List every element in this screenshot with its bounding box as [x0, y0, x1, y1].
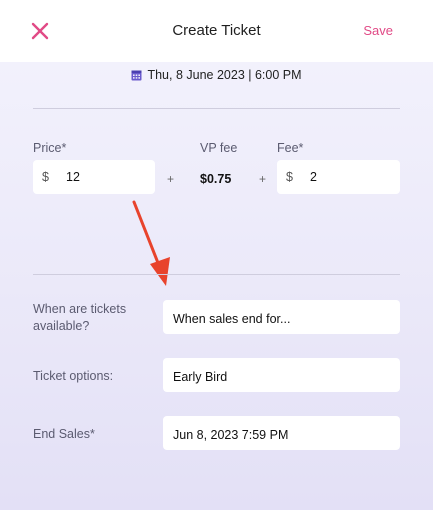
price-input[interactable]: $ 12: [33, 160, 155, 194]
end-sales-input[interactable]: Jun 8, 2023 7:59 PM: [163, 416, 400, 450]
end-sales-value: Jun 8, 2023 7:59 PM: [173, 428, 289, 442]
availability-label-line-2: available?: [33, 319, 90, 333]
divider: [33, 108, 400, 109]
fee-currency: $: [286, 170, 293, 184]
calendar-icon: [131, 69, 142, 84]
end-sales-label: End Sales*: [33, 427, 95, 441]
header-bar: Create Ticket Save: [0, 0, 433, 62]
annotation-arrow-icon: [132, 200, 170, 286]
availability-label: When are tickets available?: [33, 301, 126, 335]
ticket-options-select[interactable]: Early Bird: [163, 358, 400, 392]
fee-label: Fee*: [277, 141, 304, 155]
vp-fee-value: $0.75: [200, 172, 232, 186]
price-label: Price*: [33, 141, 67, 155]
fee-value: 2: [310, 170, 317, 184]
availability-label-line-1: When are tickets: [33, 302, 127, 316]
availability-select[interactable]: When sales end for...: [163, 300, 400, 334]
divider: [33, 274, 400, 275]
event-date-row: Thu, 8 June 2023 | 6:00 PM: [0, 68, 433, 84]
save-button[interactable]: Save: [363, 23, 393, 38]
plus-sign: +: [167, 172, 175, 186]
ticket-options-label: Ticket options:: [33, 369, 114, 383]
price-currency: $: [42, 170, 49, 184]
plus-sign: +: [259, 172, 267, 186]
ticket-form: Thu, 8 June 2023 | 6:00 PM Price* VP fee…: [0, 62, 433, 510]
price-value: 12: [66, 170, 80, 184]
ticket-options-value: Early Bird: [173, 370, 228, 384]
fee-input[interactable]: $ 2: [277, 160, 400, 194]
vp-fee-label: VP fee: [200, 141, 238, 155]
event-date-text: Thu, 8 June 2023 | 6:00 PM: [147, 68, 302, 82]
availability-value: When sales end for...: [173, 312, 291, 326]
